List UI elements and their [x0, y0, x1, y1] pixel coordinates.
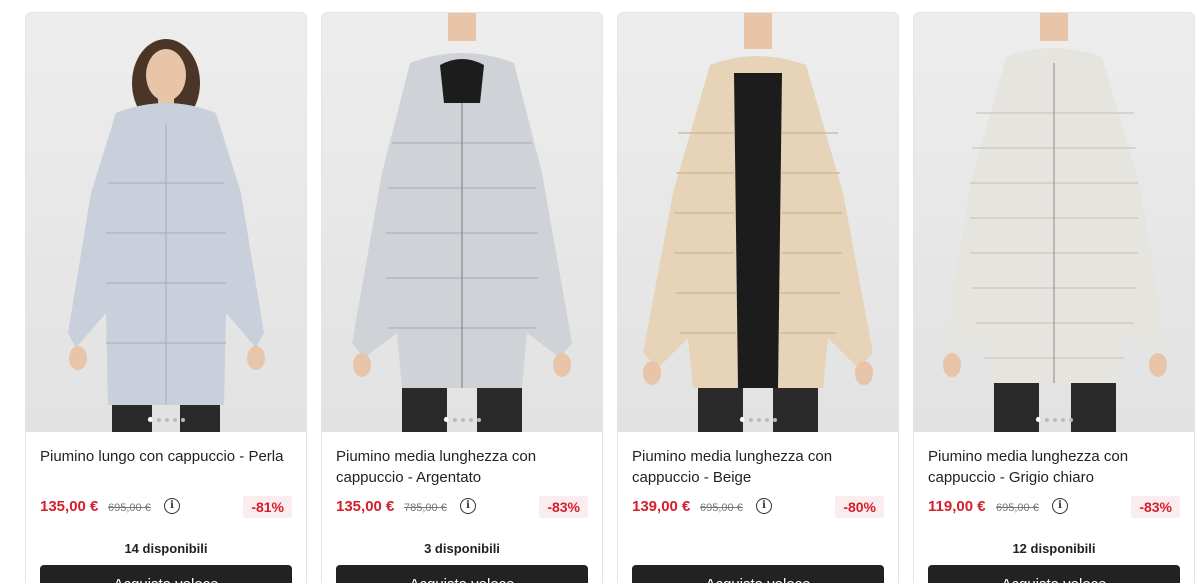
original-price: 695,00 €	[996, 502, 1039, 514]
carousel-dot[interactable]	[460, 418, 465, 422]
quick-buy-button[interactable]: Acquisto veloce	[40, 565, 292, 583]
product-title[interactable]: Piumino media lunghezza con cappuccio - …	[632, 446, 884, 488]
carousel-dot[interactable]	[443, 417, 449, 422]
carousel-dot[interactable]	[468, 418, 473, 422]
sale-price: 139,00 €	[632, 498, 691, 515]
stock-availability: 12 disponibili	[1012, 541, 1096, 556]
carousel-dots[interactable]	[26, 417, 306, 422]
product-title[interactable]: Piumino media lunghezza con cappuccio - …	[336, 446, 588, 488]
carousel-dot[interactable]	[1052, 418, 1057, 422]
info-icon[interactable]: i	[1052, 498, 1068, 514]
price-row: 139,00 € 695,00 € i -80%	[632, 496, 884, 520]
product-image[interactable]	[322, 13, 602, 432]
carousel-dot[interactable]	[739, 417, 745, 422]
carousel-dot[interactable]	[180, 418, 185, 422]
carousel-dot[interactable]	[156, 418, 161, 422]
product-title[interactable]: Piumino lungo con cappuccio - Perla	[40, 446, 292, 467]
product-image[interactable]	[914, 13, 1194, 432]
discount-badge: -80%	[835, 496, 884, 518]
original-price: 785,00 €	[404, 502, 447, 514]
sale-price: 135,00 €	[40, 498, 99, 515]
product-card[interactable]: Piumino media lunghezza con cappuccio - …	[321, 12, 603, 583]
carousel-dot[interactable]	[1035, 417, 1041, 422]
info-icon[interactable]: i	[460, 498, 476, 514]
sale-price: 119,00 €	[928, 498, 986, 515]
carousel-dot[interactable]	[772, 418, 777, 422]
carousel-dot[interactable]	[1068, 418, 1073, 422]
product-card[interactable]: Piumino lungo con cappuccio - Perla 135,…	[25, 12, 307, 583]
carousel-dot[interactable]	[756, 418, 761, 422]
info-icon[interactable]: i	[756, 498, 772, 514]
info-icon[interactable]: i	[164, 498, 180, 514]
discount-badge: -81%	[243, 496, 292, 518]
carousel-dot[interactable]	[147, 417, 153, 422]
price-row: 135,00 € 785,00 € i -83%	[336, 496, 588, 520]
original-price: 695,00 €	[108, 502, 151, 514]
carousel-dot[interactable]	[476, 418, 481, 422]
coat-shape	[944, 48, 1166, 383]
product-card[interactable]: Piumino media lunghezza con cappuccio - …	[617, 12, 899, 583]
stock-availability: 14 disponibili	[124, 541, 208, 556]
original-price: 695,00 €	[700, 502, 743, 514]
carousel-dots[interactable]	[322, 417, 602, 422]
carousel-dots[interactable]	[618, 417, 898, 422]
carousel-dot[interactable]	[748, 418, 753, 422]
carousel-dot[interactable]	[452, 418, 457, 422]
discount-badge: -83%	[1131, 496, 1180, 518]
carousel-dot[interactable]	[172, 418, 177, 422]
quick-buy-button[interactable]: Acquisto veloce	[336, 565, 588, 583]
stock-availability: 3 disponibili	[424, 541, 500, 556]
carousel-dots[interactable]	[914, 417, 1194, 422]
product-card[interactable]: Piumino media lunghezza con cappuccio - …	[913, 12, 1195, 583]
product-image[interactable]	[618, 13, 898, 432]
quick-buy-button[interactable]: Acquisto veloce	[632, 565, 884, 583]
discount-badge: -83%	[539, 496, 588, 518]
sale-price: 135,00 €	[336, 498, 395, 515]
price-row: 119,00 € 695,00 € i -83%	[928, 496, 1180, 520]
product-image[interactable]	[26, 13, 306, 432]
carousel-dot[interactable]	[1044, 418, 1049, 422]
carousel-dot[interactable]	[764, 418, 769, 422]
carousel-dot[interactable]	[164, 418, 169, 422]
product-title[interactable]: Piumino media lunghezza con cappuccio - …	[928, 446, 1180, 488]
product-grid: Piumino lungo con cappuccio - Perla 135,…	[25, 12, 1200, 583]
price-row: 135,00 € 695,00 € i -81%	[40, 496, 292, 520]
quick-buy-button[interactable]: Acquisto veloce	[928, 565, 1180, 583]
carousel-dot[interactable]	[1060, 418, 1065, 422]
